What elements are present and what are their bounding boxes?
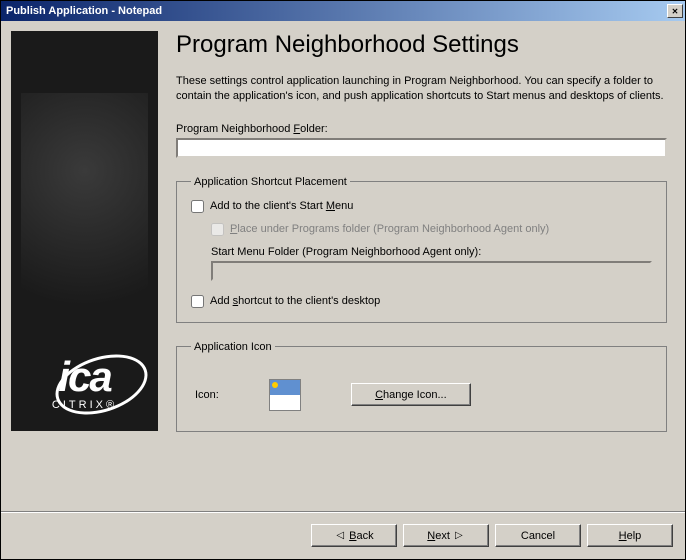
- page-description: These settings control application launc…: [176, 74, 667, 105]
- application-icon-group: Application Icon Icon: Change Icon...: [176, 341, 667, 432]
- add-start-menu-row: Add to the client's Start Menu: [191, 200, 652, 213]
- place-under-programs-checkbox: [211, 223, 224, 236]
- place-under-programs-label: Place under Programs folder (Program Nei…: [230, 223, 549, 235]
- back-button[interactable]: ◁ Back: [311, 524, 397, 547]
- start-folder-label: Start Menu Folder (Program Neighborhood …: [211, 246, 652, 258]
- cancel-button[interactable]: Cancel: [495, 524, 581, 547]
- help-button[interactable]: Help: [587, 524, 673, 547]
- add-desktop-checkbox[interactable]: [191, 295, 204, 308]
- page-title: Program Neighborhood Settings: [176, 31, 667, 59]
- start-menu-subgroup: Place under Programs folder (Program Nei…: [211, 223, 652, 281]
- add-desktop-label: Add shortcut to the client's desktop: [210, 295, 380, 307]
- icon-section: Icon: Change Icon...: [191, 365, 652, 417]
- titlebar: Publish Application - Notepad ✕: [1, 1, 685, 21]
- application-icon-legend: Application Icon: [191, 341, 275, 353]
- wizard-footer: ◁ Back Next ▷ Cancel Help: [1, 511, 685, 559]
- add-desktop-row: Add shortcut to the client's desktop: [191, 295, 652, 308]
- add-start-menu-label: Add to the client's Start Menu: [210, 200, 353, 212]
- window-title: Publish Application - Notepad: [3, 5, 162, 17]
- wizard-sidebar: ica CITRIX®: [11, 31, 158, 431]
- next-button[interactable]: Next ▷: [403, 524, 489, 547]
- add-start-menu-checkbox[interactable]: [191, 200, 204, 213]
- start-folder-input: [211, 261, 652, 281]
- icon-label: Icon:: [195, 389, 219, 401]
- content-area: Program Neighborhood Settings These sett…: [168, 31, 675, 501]
- change-icon-button[interactable]: Change Icon...: [351, 383, 471, 406]
- shortcut-placement-group: Application Shortcut Placement Add to th…: [176, 176, 667, 323]
- place-under-programs-row: Place under Programs folder (Program Nei…: [211, 223, 652, 236]
- next-arrow-icon: ▷: [455, 530, 463, 541]
- folder-label: Program Neighborhood Folder:: [176, 123, 667, 135]
- sidebar-graphic: [21, 93, 148, 353]
- back-arrow-icon: ◁: [336, 530, 344, 541]
- app-icon-preview: [269, 379, 301, 411]
- brand-ica-text: ica: [52, 353, 117, 401]
- shortcut-placement-legend: Application Shortcut Placement: [191, 176, 350, 188]
- folder-input[interactable]: [176, 138, 667, 158]
- wizard-window: Publish Application - Notepad ✕ ica CITR…: [0, 0, 686, 560]
- brand-logo: ica CITRIX®: [52, 353, 117, 411]
- close-button[interactable]: ✕: [667, 4, 683, 18]
- dialog-body: ica CITRIX® Program Neighborhood Setting…: [1, 21, 685, 511]
